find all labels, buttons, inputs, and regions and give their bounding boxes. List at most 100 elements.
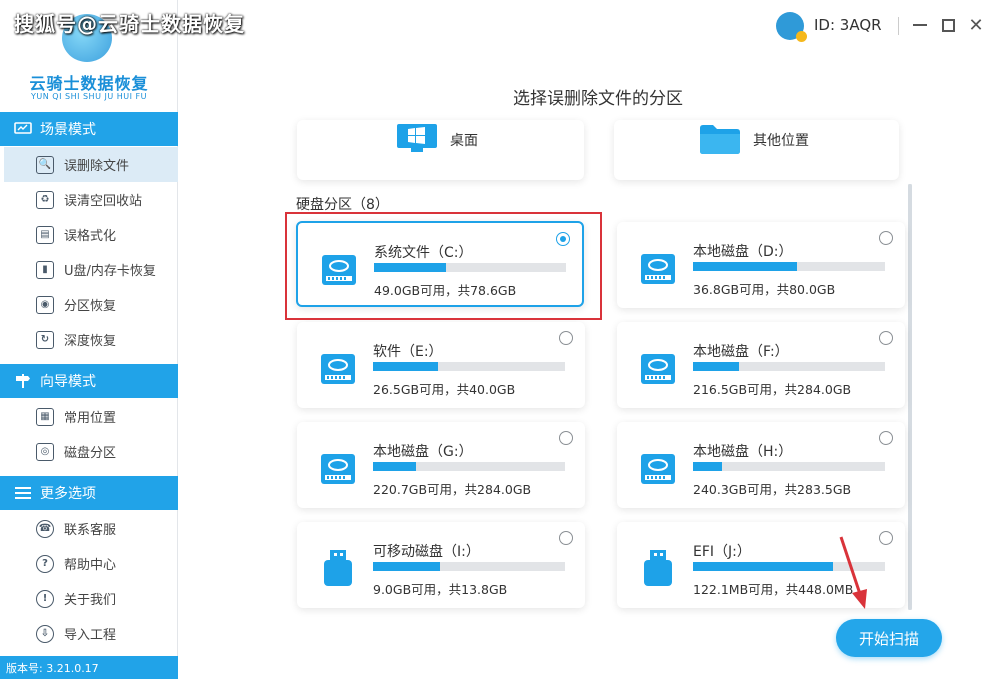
disk-partition-icon: ◎ — [36, 442, 54, 461]
scrollbar-thumb[interactable] — [908, 184, 912, 610]
disk-name: EFI（J:） — [693, 544, 751, 560]
nav-item-format[interactable]: ▤ 误格式化 — [0, 217, 178, 252]
start-scan-button[interactable]: 开始扫描 — [836, 619, 942, 657]
nav-item-label: 导入工程 — [64, 628, 117, 643]
nav-item-label: 深度恢复 — [64, 334, 117, 349]
nav-item-label: 分区恢复 — [64, 299, 117, 314]
nav-item-partition-recover[interactable]: ◉ 分区恢复 — [0, 287, 178, 322]
menu-icon — [14, 486, 32, 500]
help-icon: ? — [36, 554, 54, 573]
nav-item-usb-card[interactable]: ▮ U盘/内存卡恢复 — [0, 252, 178, 287]
minimize-button[interactable] — [908, 12, 932, 38]
partition-section-label: 硬盘分区（8） — [296, 197, 389, 213]
disk-radio[interactable] — [879, 331, 893, 345]
disk-radio[interactable] — [879, 431, 893, 445]
user-avatar-icon[interactable] — [776, 12, 807, 42]
close-button[interactable]: ✕ — [964, 12, 988, 38]
hard-disk-icon — [639, 348, 677, 388]
usb-card-icon: ▮ — [36, 260, 54, 279]
nav-item-help-center[interactable]: ? 帮助中心 — [0, 546, 178, 581]
section-more-options: 更多选项 — [0, 476, 178, 510]
disk-card[interactable]: 本地磁盘（G:） 220.7GB可用，共284.0GB — [297, 422, 585, 508]
nav-item-deleted-files[interactable]: 🔍 误删除文件 — [4, 147, 178, 182]
section-scene-mode: 场景模式 — [0, 112, 178, 146]
disk-name: 本地磁盘（G:） — [373, 444, 473, 460]
maximize-icon — [941, 18, 955, 32]
disk-usage-bar — [373, 562, 565, 571]
nav-item-about-us[interactable]: ! 关于我们 — [0, 581, 178, 616]
nav-item-label: 帮助中心 — [64, 558, 117, 573]
disk-card[interactable]: 本地磁盘（H:） 240.3GB可用，共283.5GB — [617, 422, 905, 508]
location-label: 桌面 — [450, 133, 478, 149]
maximize-button[interactable] — [936, 12, 960, 38]
location-label: 其他位置 — [753, 133, 809, 149]
monitor-icon — [14, 122, 32, 136]
partition-icon: ◉ — [36, 295, 54, 314]
disk-usage-fill — [693, 362, 739, 371]
nav-item-label: 误删除文件 — [64, 159, 130, 174]
nav-item-deep-recover[interactable]: ↻ 深度恢复 — [0, 322, 178, 357]
disk-capacity: 216.5GB可用，共284.0GB — [693, 382, 852, 397]
nav-item-label: 误格式化 — [64, 229, 117, 244]
nav-item-label: 误清空回收站 — [64, 194, 143, 209]
disk-usage-bar — [693, 262, 885, 271]
sidebar: 云骑士数据恢复 YUN QI SHI SHU JU HUI FU 场景模式 🔍 … — [0, 0, 178, 679]
nav-item-import-project[interactable]: ⇩ 导入工程 — [0, 616, 178, 651]
disk-card[interactable]: 可移动磁盘（I:） 9.0GB可用，共13.8GB — [297, 522, 585, 608]
page-title: 选择误删除文件的分区 — [513, 89, 683, 109]
disk-radio[interactable] — [559, 531, 573, 545]
disk-capacity: 240.3GB可用，共283.5GB — [693, 482, 852, 497]
disk-capacity: 26.5GB可用，共40.0GB — [373, 382, 516, 397]
disk-usage-fill — [693, 462, 723, 471]
location-desktop[interactable]: 桌面 — [297, 120, 584, 180]
highlight-annotation — [285, 212, 602, 320]
divider — [898, 17, 899, 35]
file-search-icon: 🔍 — [36, 155, 54, 174]
disk-capacity: 122.1MB可用，共448.0MB — [693, 582, 854, 597]
usb-drive-icon — [319, 548, 357, 588]
disk-name: 本地磁盘（H:） — [693, 444, 793, 460]
disk-radio[interactable] — [559, 331, 573, 345]
hard-disk-icon — [319, 348, 357, 388]
folder-icon — [700, 125, 740, 154]
nav-item-common-location[interactable]: ▦ 常用位置 — [0, 399, 178, 434]
format-disk-icon: ▤ — [36, 225, 54, 244]
disk-capacity: 9.0GB可用，共13.8GB — [373, 582, 508, 597]
location-other[interactable]: 其他位置 — [614, 120, 899, 180]
hard-disk-icon — [639, 248, 677, 288]
disk-name: 本地磁盘（F:） — [693, 344, 789, 360]
disk-card[interactable]: 本地磁盘（D:） 36.8GB可用，共80.0GB — [617, 222, 905, 308]
disk-usage-fill — [373, 462, 416, 471]
deep-recover-icon: ↻ — [36, 330, 54, 349]
disk-usage-bar — [693, 462, 885, 471]
disk-card[interactable]: 本地磁盘（F:） 216.5GB可用，共284.0GB — [617, 322, 905, 408]
minimize-icon — [913, 24, 927, 26]
nav-item-customer-service[interactable]: ☎ 联系客服 — [0, 511, 178, 546]
desktop-windows-icon — [397, 124, 437, 152]
version-label: 版本号: 3.21.0.17 — [0, 656, 178, 679]
disk-usage-bar — [373, 362, 565, 371]
nav-item-label: 关于我们 — [64, 593, 117, 608]
title-bar: ID: 3AQR ✕ — [178, 0, 1001, 52]
disk-capacity: 220.7GB可用，共284.0GB — [373, 482, 532, 497]
nav-item-label: U盘/内存卡恢复 — [64, 264, 156, 279]
disk-usage-fill — [693, 562, 833, 571]
info-icon: ! — [36, 589, 54, 608]
disk-radio[interactable] — [879, 231, 893, 245]
nav-item-recycle-bin[interactable]: ♻ 误清空回收站 — [0, 182, 178, 217]
signpost-icon — [14, 374, 32, 388]
arrow-annotation-icon — [839, 536, 867, 609]
section-title: 更多选项 — [40, 486, 96, 502]
nav-item-disk-partition[interactable]: ◎ 磁盘分区 — [0, 434, 178, 469]
nav-item-label: 联系客服 — [64, 523, 117, 538]
disk-usage-bar — [693, 362, 885, 371]
disk-name: 软件（E:） — [373, 344, 443, 360]
disk-radio[interactable] — [879, 531, 893, 545]
customer-service-icon: ☎ — [36, 519, 54, 538]
usb-drive-icon — [639, 548, 677, 588]
disk-card[interactable]: 软件（E:） 26.5GB可用，共40.0GB — [297, 322, 585, 408]
logo-subtitle: YUN QI SHI SHU JU HUI FU — [31, 92, 147, 101]
import-icon: ⇩ — [36, 624, 54, 643]
section-title: 场景模式 — [40, 122, 96, 138]
disk-radio[interactable] — [559, 431, 573, 445]
